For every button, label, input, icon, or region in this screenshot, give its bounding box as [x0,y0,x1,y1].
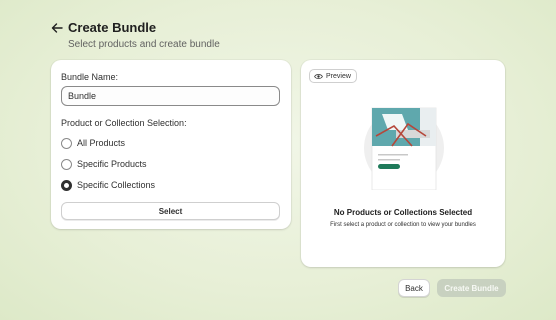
radio-specific-products[interactable]: Specific Products [61,157,147,171]
empty-state-title: No Products or Collections Selected [333,208,473,217]
radio-button-checked[interactable] [61,179,72,191]
radio-button[interactable] [61,137,72,149]
empty-state-description: First select a product or collection to … [330,222,476,228]
radio-all-products[interactable]: All Products [61,136,125,150]
selection-label: Product or Collection Selection: [61,118,187,128]
radio-label: Specific Products [77,159,147,169]
bundle-form-card: Bundle Name: Product or Collection Selec… [51,60,291,229]
preview-label: Preview [326,72,351,80]
preview-button[interactable]: Preview [309,69,357,83]
select-button[interactable]: Select [61,202,280,220]
bundle-name-label: Bundle Name: [61,72,119,82]
radio-button[interactable] [61,158,72,170]
back-button[interactable]: Back [398,279,430,297]
create-bundle-button[interactable]: Create Bundle [437,279,506,297]
radio-specific-collections[interactable]: Specific Collections [61,178,155,192]
arrow-left-icon[interactable] [51,22,63,34]
empty-state-illustration [364,107,444,190]
eye-icon [314,73,323,79]
radio-label: Specific Collections [77,180,156,190]
page-title: Create Bundle [68,20,157,35]
bundle-name-input[interactable] [61,86,280,106]
radio-label: All Products [77,138,126,148]
page-subtitle: Select products and create bundle [68,39,220,50]
preview-card: Preview No Products or Collections Selec… [301,60,505,267]
